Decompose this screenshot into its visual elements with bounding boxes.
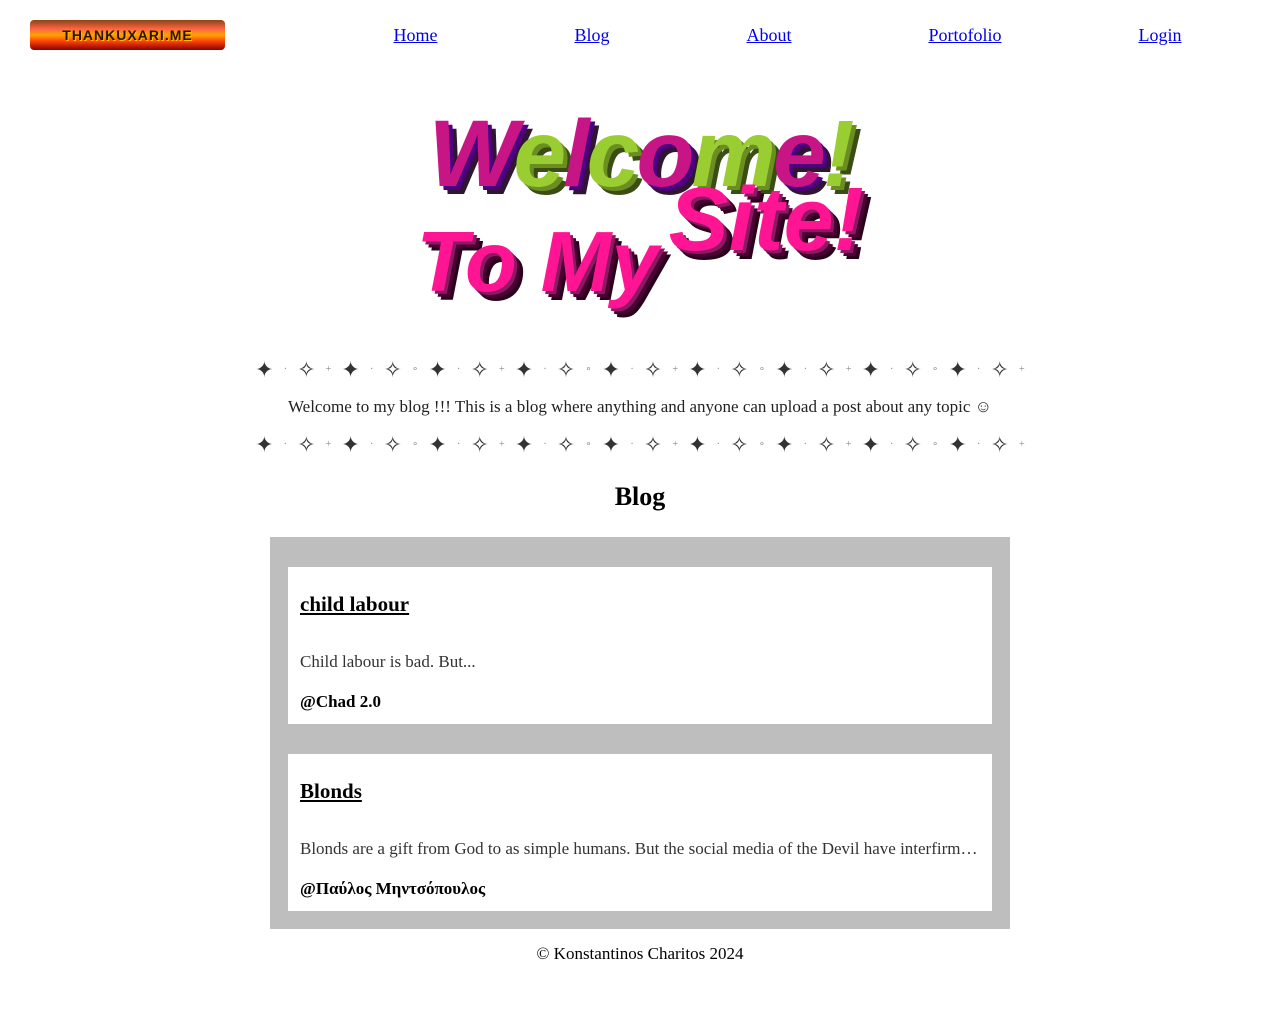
blog-heading: Blog bbox=[0, 482, 1280, 512]
sparkle-divider-bottom: ✦·✧+✦·✧∘✦·✧+✦·✧∘✦·✧+✦·✧∘✦·✧+✦·✧∘✦·✧+ bbox=[250, 427, 1030, 462]
blog-post[interactable]: child labour Child labour is bad. But...… bbox=[288, 567, 992, 724]
post-author: @Chad 2.0 bbox=[300, 692, 980, 712]
post-author: @Παύλος Μηντσόπουλος bbox=[300, 879, 980, 899]
blog-post[interactable]: Blonds Blonds are a gift from God to as … bbox=[288, 754, 992, 911]
nav-home[interactable]: Home bbox=[393, 25, 437, 46]
tomy-site-row: To My Site! bbox=[416, 209, 863, 312]
welcome-graphic: Welcome! To My Site! bbox=[416, 100, 863, 312]
blog-container: child labour Child labour is bad. But...… bbox=[270, 537, 1010, 929]
intro-text: Welcome to my blog !!! This is a blog wh… bbox=[0, 397, 1280, 417]
post-excerpt: Blonds are a gift from God to as simple … bbox=[300, 839, 980, 859]
nav-login[interactable]: Login bbox=[1138, 25, 1181, 46]
post-title[interactable]: child labour bbox=[300, 592, 980, 617]
sparkle-divider-top: ✦·✧+✦·✧∘✦·✧+✦·✧∘✦·✧+✦·✧∘✦·✧+✦·✧∘✦·✧+ bbox=[250, 352, 1030, 387]
main-nav: Home Blog About Portofolio Login bbox=[325, 25, 1250, 46]
hero-section: Welcome! To My Site! bbox=[0, 70, 1280, 342]
header: THANKUXARI.ME Home Blog About Portofolio… bbox=[0, 0, 1280, 70]
copyright-text: © Konstantinos Charitos 2024 bbox=[537, 944, 744, 963]
site-word: Site! bbox=[669, 169, 864, 272]
tomy-word: To My bbox=[416, 214, 658, 312]
blog-section: Blog child labour Child labour is bad. B… bbox=[0, 482, 1280, 929]
post-excerpt: Child labour is bad. But... bbox=[300, 652, 980, 672]
nav-about[interactable]: About bbox=[746, 25, 791, 46]
footer: © Konstantinos Charitos 2024 bbox=[0, 929, 1280, 979]
nav-blog[interactable]: Blog bbox=[574, 25, 609, 46]
site-logo[interactable]: THANKUXARI.ME bbox=[30, 20, 225, 50]
nav-portfolio[interactable]: Portofolio bbox=[928, 25, 1001, 46]
post-title[interactable]: Blonds bbox=[300, 779, 980, 804]
